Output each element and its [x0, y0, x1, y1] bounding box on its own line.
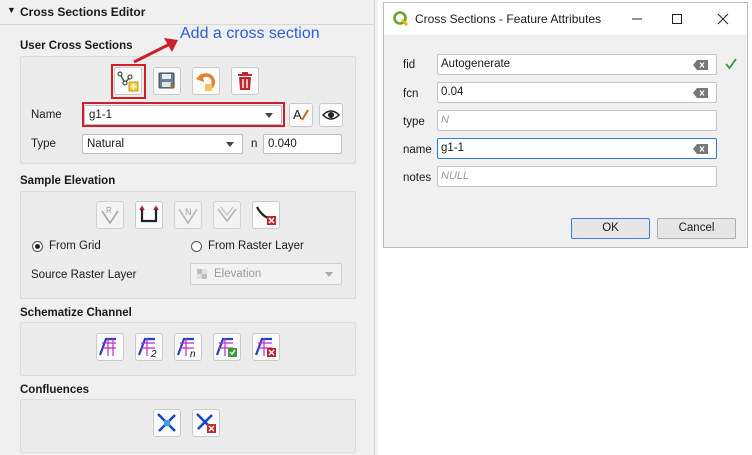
- confluence-button[interactable]: [153, 409, 181, 437]
- chevron-down-icon: [325, 272, 333, 277]
- source-raster-combo[interactable]: Elevation: [190, 263, 342, 285]
- delete-sample-button[interactable]: [252, 201, 280, 229]
- clear-icon[interactable]: [693, 60, 708, 70]
- raster-layer-icon: [197, 269, 207, 279]
- schematize-2-button[interactable]: 2: [135, 333, 163, 361]
- radio-selected-dot: [35, 244, 40, 249]
- from-grid-radio[interactable]: [32, 241, 43, 252]
- delete-button[interactable]: [231, 67, 259, 95]
- fcn-value: 0.04: [441, 86, 464, 98]
- dialog-title: Cross Sections - Feature Attributes: [415, 12, 602, 26]
- schematize-delete-icon: [254, 337, 276, 357]
- name-field-input[interactable]: g1-1: [437, 138, 717, 159]
- checkmark-icon: [725, 58, 737, 70]
- schematize-button[interactable]: [96, 333, 124, 361]
- schematize-check-icon: [215, 337, 237, 357]
- interpolate-icon: [217, 206, 237, 223]
- notes-input[interactable]: NULL: [437, 166, 717, 187]
- source-raster-value: Elevation: [214, 268, 262, 280]
- fcn-label: fcn: [403, 88, 419, 100]
- schematize-check-button[interactable]: [213, 333, 241, 361]
- callout-text: Add a cross section: [180, 25, 320, 42]
- sample-from-raster-button[interactable]: R: [96, 201, 124, 229]
- assign-n-button[interactable]: N: [174, 201, 202, 229]
- visibility-button[interactable]: [319, 103, 343, 127]
- n-label: n: [251, 138, 258, 150]
- cross-sections-editor-panel: ▼ Cross Sections Editor User Cross Secti…: [0, 0, 378, 455]
- collapse-arrow-icon[interactable]: ▼: [7, 5, 16, 15]
- feature-attributes-dialog: Cross Sections - Feature Attributes fid …: [383, 2, 748, 248]
- type-combo[interactable]: Natural: [82, 134, 243, 154]
- interpolate-button[interactable]: [213, 201, 241, 229]
- panel-title: Cross Sections Editor: [20, 5, 146, 19]
- confluence-delete-icon: [196, 413, 216, 433]
- highlight-name-combo: [82, 102, 285, 127]
- type-field-placeholder: N: [441, 114, 449, 126]
- panel-divider: [374, 0, 375, 455]
- panel-header[interactable]: ▼ Cross Sections Editor: [0, 0, 374, 25]
- delete-profile-icon: [256, 206, 276, 225]
- manning-n-value: 0.040: [268, 138, 297, 150]
- save-icon: [158, 72, 175, 89]
- raster-sample-icon: R: [101, 206, 119, 225]
- callout-arrow-icon: [133, 38, 178, 64]
- svg-text:n: n: [190, 349, 196, 359]
- undo-button[interactable]: [192, 67, 220, 95]
- user-cross-sections-title: User Cross Sections: [20, 40, 133, 52]
- type-label: Type: [31, 138, 56, 150]
- from-raster-label: From Raster Layer: [208, 240, 304, 252]
- schematize-delete-button[interactable]: [252, 333, 280, 361]
- undo-icon: [196, 73, 215, 91]
- svg-text:A: A: [293, 107, 302, 122]
- name-field-label: name: [403, 144, 432, 156]
- fid-input[interactable]: Autogenerate: [437, 54, 717, 75]
- svg-text:N: N: [185, 207, 192, 217]
- sample-elevation-button[interactable]: [135, 201, 163, 229]
- schematize-channel-title: Schematize Channel: [20, 307, 132, 319]
- notes-placeholder: NULL: [441, 170, 470, 182]
- delete-icon: [238, 72, 252, 90]
- confluences-group: [20, 399, 356, 453]
- cancel-button[interactable]: Cancel: [657, 218, 736, 239]
- maximize-icon[interactable]: [667, 10, 687, 28]
- fid-value: Autogenerate: [441, 58, 511, 70]
- ok-button[interactable]: OK: [571, 218, 650, 239]
- rename-text-icon: A: [293, 107, 309, 122]
- qgis-logo-icon: [393, 11, 408, 26]
- from-raster-radio[interactable]: [191, 241, 202, 252]
- sample-elevation-title: Sample Elevation: [20, 175, 116, 187]
- manning-n-input[interactable]: 0.040: [263, 134, 342, 154]
- rename-button[interactable]: A: [289, 103, 313, 127]
- type-combo-value: Natural: [87, 138, 125, 150]
- sample-elevation-icon: [139, 205, 159, 223]
- from-grid-label: From Grid: [49, 240, 101, 252]
- svg-text:2: 2: [150, 349, 157, 359]
- fid-label: fid: [403, 59, 416, 71]
- dialog-titlebar[interactable]: Cross Sections - Feature Attributes: [384, 3, 747, 35]
- clear-icon[interactable]: [693, 144, 708, 154]
- confluence-icon: [157, 413, 176, 432]
- manning-n-icon: N: [178, 207, 198, 225]
- source-raster-label: Source Raster Layer: [31, 269, 137, 281]
- eye-icon: [321, 110, 341, 120]
- type-field-input[interactable]: N: [437, 110, 717, 131]
- schematize-n-button[interactable]: n: [174, 333, 202, 361]
- schematize-n-icon: n: [176, 337, 196, 359]
- chevron-down-icon: [226, 142, 234, 147]
- svg-text:R: R: [106, 206, 112, 215]
- confluences-title: Confluences: [20, 384, 90, 396]
- clear-icon[interactable]: [693, 88, 708, 98]
- name-label: Name: [31, 109, 62, 121]
- type-field-label: type: [403, 116, 425, 128]
- schematize-2-icon: 2: [137, 337, 157, 359]
- notes-label: notes: [403, 172, 432, 184]
- schematize-icon: [98, 337, 116, 356]
- name-field-value: g1-1: [441, 142, 465, 154]
- minimize-icon[interactable]: [627, 10, 647, 28]
- close-icon[interactable]: [713, 10, 733, 28]
- fcn-input[interactable]: 0.04: [437, 82, 717, 103]
- save-button[interactable]: [153, 67, 181, 95]
- confluence-delete-button[interactable]: [192, 409, 220, 437]
